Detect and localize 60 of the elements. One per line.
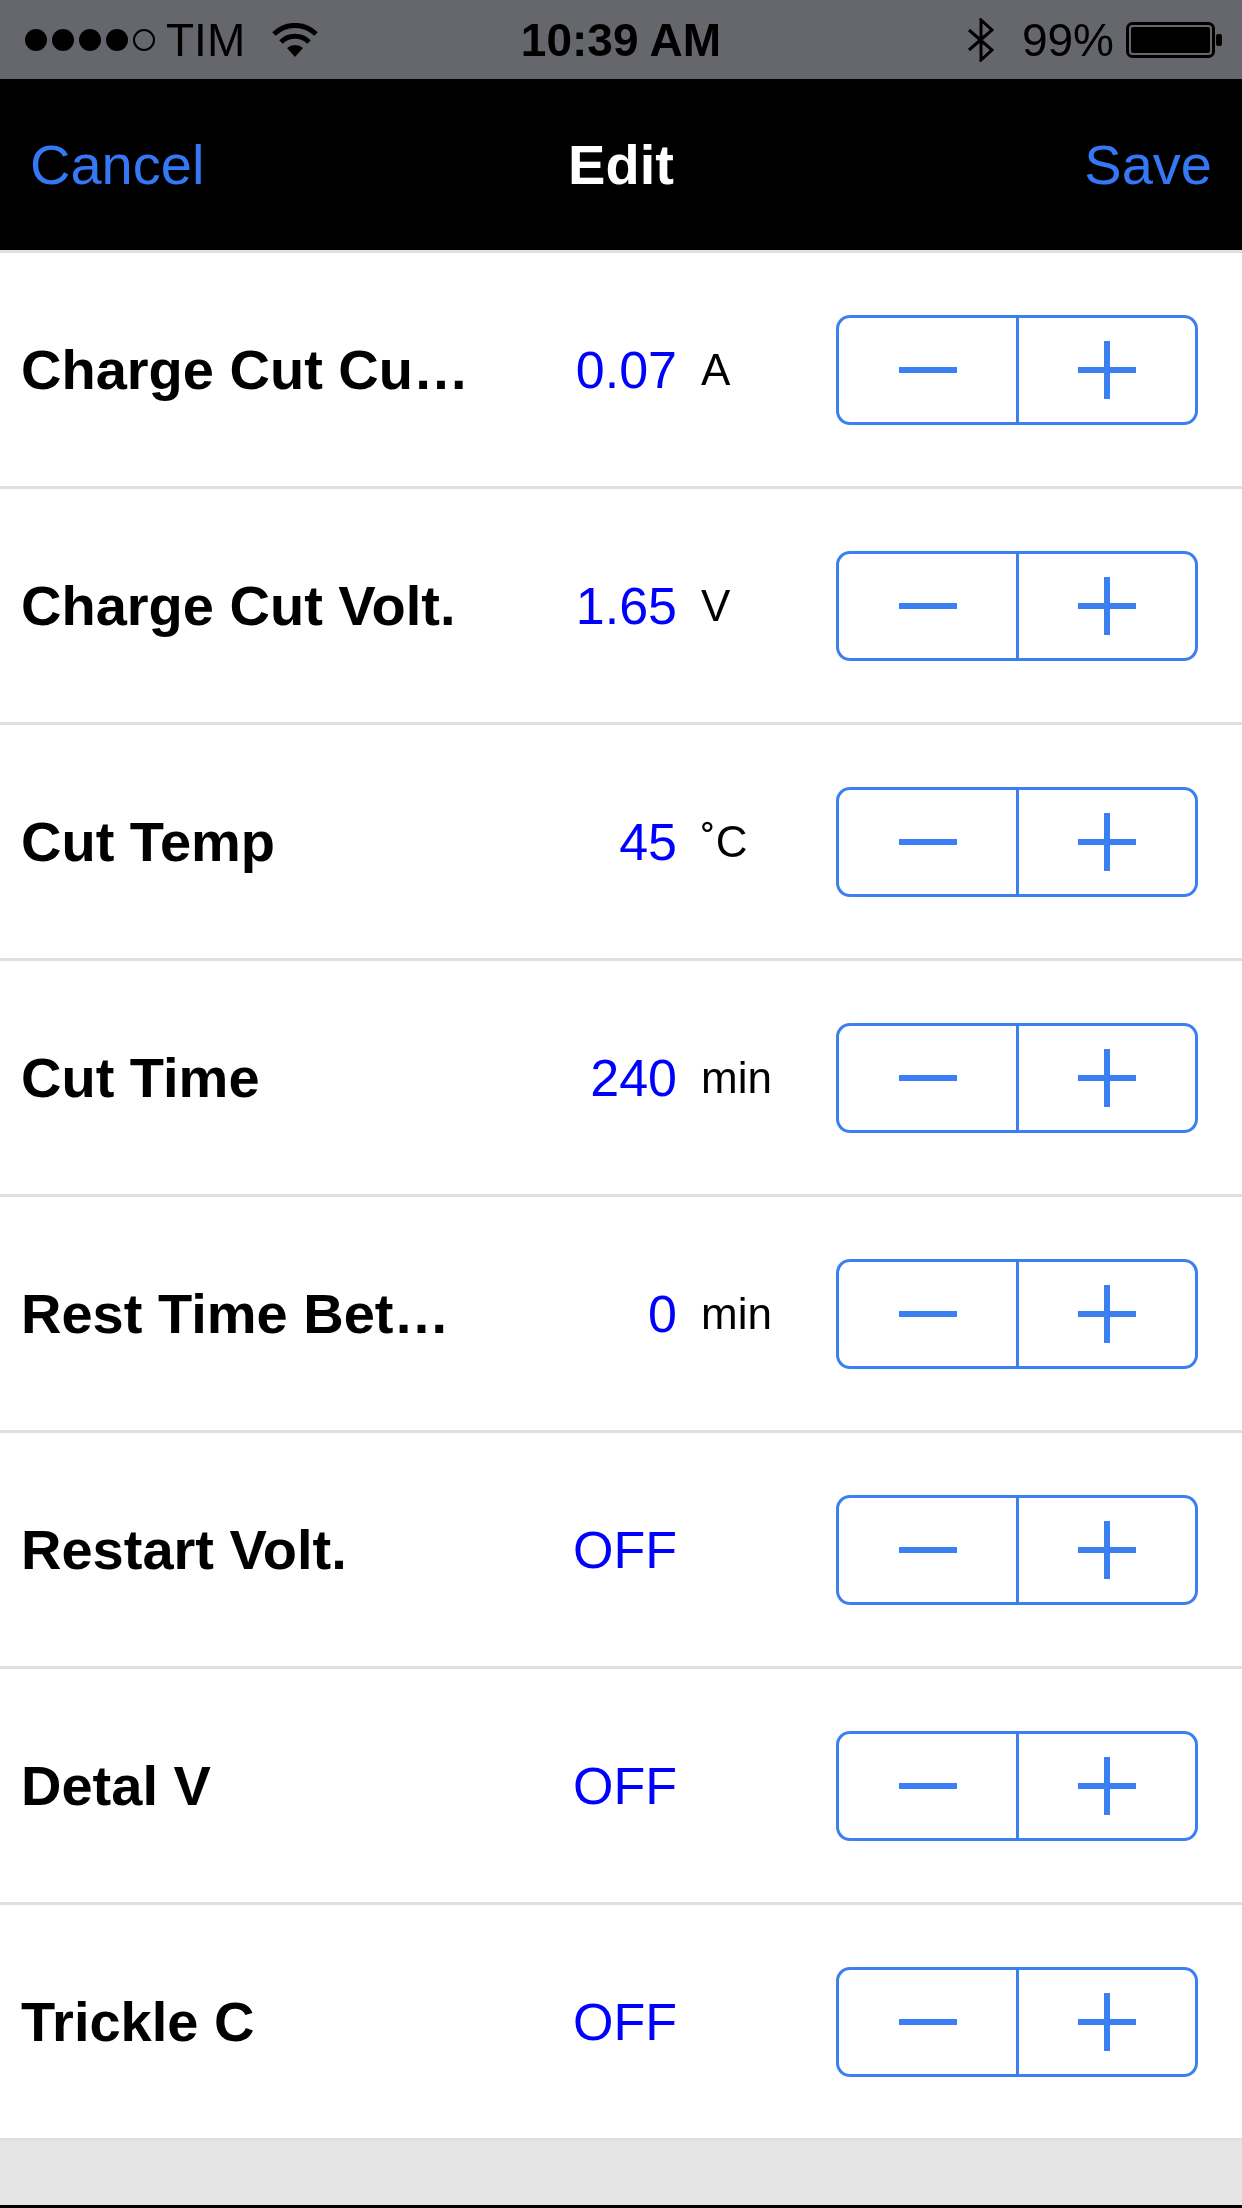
plus-icon: [1078, 1048, 1136, 1107]
setting-value: 0: [648, 1287, 677, 1340]
minus-icon: [898, 1782, 957, 1789]
unit-label: A: [701, 347, 731, 392]
signal-strength-icon: [24, 27, 156, 52]
setting-value: OFF: [573, 1759, 677, 1812]
decrement-button[interactable]: [836, 1730, 1019, 1841]
screen-title: Edit: [568, 136, 674, 193]
increment-button[interactable]: [1019, 1022, 1198, 1133]
increment-button[interactable]: [1019, 1494, 1198, 1605]
decrement-button[interactable]: [836, 1494, 1019, 1605]
increment-button[interactable]: [1019, 1730, 1198, 1841]
minus-icon: [898, 2018, 957, 2025]
minus-icon: [898, 1546, 957, 1553]
decrement-button[interactable]: [836, 1022, 1019, 1133]
setting-label: Detal V: [21, 1757, 212, 1814]
setting-value: OFF: [573, 1995, 677, 2048]
plus-icon: [1078, 1284, 1136, 1343]
decrement-button[interactable]: [836, 1258, 1019, 1369]
minus-icon: [898, 602, 957, 609]
unit-label: ˚C: [701, 819, 748, 864]
unit-label: min: [701, 1055, 772, 1100]
plus-icon: [1078, 340, 1136, 399]
setting-value: 45: [619, 815, 677, 868]
decrement-button[interactable]: [836, 1966, 1019, 2077]
increment-button[interactable]: [1019, 786, 1198, 897]
decrement-button[interactable]: [836, 550, 1019, 661]
save-button[interactable]: Save: [1084, 136, 1212, 193]
wifi-icon: [271, 22, 320, 57]
plus-icon: [1078, 1992, 1136, 2051]
battery-percent: 99%: [1021, 16, 1114, 63]
setting-value: 240: [590, 1051, 677, 1104]
setting-value: 0.07: [575, 343, 677, 396]
decrement-button[interactable]: [836, 786, 1019, 897]
increment-button[interactable]: [1019, 314, 1198, 425]
battery-icon: [1126, 21, 1222, 58]
decrement-button[interactable]: [836, 314, 1019, 425]
bluetooth-icon: [965, 17, 996, 62]
increment-button[interactable]: [1019, 1966, 1198, 2077]
setting-value: 1.65: [575, 579, 677, 632]
setting-label: Trickle C: [21, 1993, 256, 2050]
plus-icon: [1078, 1756, 1136, 1815]
increment-button[interactable]: [1019, 550, 1198, 661]
minus-icon: [898, 1074, 957, 1081]
plus-icon: [1078, 812, 1136, 871]
cancel-button[interactable]: Cancel: [30, 136, 205, 193]
plus-icon: [1078, 1520, 1136, 1579]
setting-label: Restart Volt.: [21, 1521, 348, 1578]
unit-label: min: [701, 1291, 772, 1336]
minus-icon: [898, 366, 957, 373]
setting-label: Cut Time: [21, 1049, 261, 1106]
plus-icon: [1078, 576, 1136, 635]
minus-icon: [898, 838, 957, 845]
setting-value: OFF: [573, 1523, 677, 1576]
carrier-name: TIM: [166, 16, 246, 63]
status-time: 10:39 AM: [520, 16, 722, 63]
increment-button[interactable]: [1019, 1258, 1198, 1369]
setting-label: Rest Time Bet…: [21, 1285, 451, 1342]
minus-icon: [898, 1310, 957, 1317]
unit-label: V: [701, 583, 731, 628]
